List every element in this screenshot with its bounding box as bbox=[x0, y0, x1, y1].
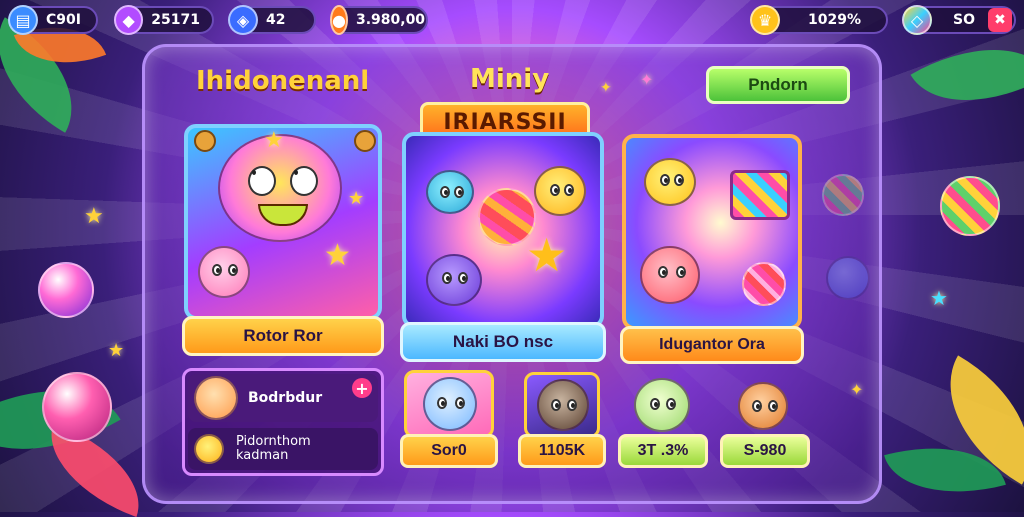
mouth bbox=[258, 204, 308, 226]
coin-icon: ● bbox=[330, 5, 348, 35]
close-icon[interactable]: ✖ bbox=[987, 8, 1012, 32]
shop-item-3-price[interactable]: 3T .3% bbox=[618, 434, 708, 468]
eye bbox=[567, 399, 577, 411]
currency-chip-1[interactable]: ▤ C90I bbox=[8, 5, 98, 35]
eye bbox=[212, 264, 222, 276]
currency-value: C90I bbox=[46, 12, 81, 28]
eye bbox=[658, 266, 668, 278]
cat-creature bbox=[198, 246, 250, 298]
eye bbox=[458, 272, 468, 284]
star-icon: ★ bbox=[108, 340, 125, 361]
eye bbox=[290, 166, 318, 196]
eye bbox=[455, 397, 465, 409]
trophy-chip[interactable]: ♛ 1029% bbox=[750, 5, 888, 35]
green-cat-creature bbox=[634, 378, 690, 432]
eye bbox=[442, 272, 452, 284]
profile-row-1[interactable]: Bodrbdur + bbox=[188, 374, 378, 422]
star-icon: ✦ bbox=[640, 70, 654, 89]
eye bbox=[768, 400, 778, 412]
trophy-value: 1029% bbox=[808, 12, 861, 28]
shop-item-2[interactable] bbox=[524, 372, 600, 438]
currency-chip-2[interactable]: ◆ 25171 bbox=[114, 5, 214, 35]
star-icon: ✦ bbox=[600, 80, 612, 96]
eye bbox=[676, 266, 686, 278]
card-1-button[interactable]: Rotor Ror bbox=[182, 316, 384, 356]
trophy-icon: ♛ bbox=[750, 5, 780, 35]
top-right-button[interactable]: Pndorn bbox=[706, 66, 850, 104]
eye bbox=[248, 166, 276, 196]
profile-row-2[interactable]: Pidornthom kadman bbox=[188, 428, 378, 470]
panel-center-title: Miniy bbox=[470, 64, 550, 94]
crystal-value: SO bbox=[953, 12, 975, 28]
card-1[interactable]: ★ ★ ★ bbox=[184, 124, 382, 320]
eye bbox=[437, 397, 447, 409]
eye bbox=[674, 174, 684, 186]
add-icon[interactable]: + bbox=[352, 378, 372, 398]
card-3[interactable] bbox=[622, 134, 802, 330]
smiley-icon bbox=[194, 434, 224, 464]
profile-row-2-line2: kadman bbox=[236, 448, 289, 463]
currency-chip-3[interactable]: ◈ 42 bbox=[228, 5, 316, 35]
red-fox-creature bbox=[640, 246, 700, 304]
star-icon: ✦ bbox=[850, 380, 864, 399]
candy-orb bbox=[742, 262, 786, 306]
card-2[interactable]: ★ bbox=[402, 132, 604, 328]
blue-blob-creature bbox=[426, 170, 474, 214]
eye bbox=[550, 184, 560, 196]
purple-cat-creature bbox=[426, 254, 482, 306]
gift-box-icon bbox=[730, 170, 790, 220]
eye bbox=[440, 186, 450, 198]
crystal-icon: ◇ bbox=[902, 5, 932, 35]
shop-item-1[interactable] bbox=[404, 370, 494, 438]
star-icon: ★ bbox=[324, 238, 351, 273]
currency-chip-4[interactable]: ● 3.980,00 bbox=[330, 5, 428, 35]
eye bbox=[454, 186, 464, 198]
eye bbox=[551, 399, 561, 411]
yellow-cat-creature bbox=[644, 158, 696, 206]
eye bbox=[660, 174, 670, 186]
star-icon: ★ bbox=[930, 286, 948, 310]
star-icon: ★ bbox=[264, 128, 284, 153]
eye bbox=[666, 398, 676, 410]
yellow-blob-creature bbox=[534, 166, 586, 216]
crystal-chip[interactable]: ◇ SO ✖ bbox=[902, 5, 1016, 35]
shop-item-2-price[interactable]: 1105K bbox=[518, 434, 606, 468]
currency-value: 3.980,00 bbox=[355, 12, 426, 28]
profile-row-2-text: Pidornthom kadman bbox=[236, 435, 311, 463]
bubble-decoration bbox=[38, 262, 94, 318]
star-icon: ★ bbox=[348, 188, 365, 209]
eye bbox=[752, 400, 762, 412]
profile-name: Bodrbdur bbox=[248, 390, 323, 406]
currency-value: 42 bbox=[266, 12, 286, 28]
shop-item-1-price[interactable]: Sor0 bbox=[400, 434, 498, 468]
eye bbox=[650, 398, 660, 410]
star-icon: ★ bbox=[84, 204, 104, 229]
book-icon: ▤ bbox=[8, 5, 38, 35]
bubble-decoration bbox=[940, 176, 1000, 236]
cat-creature bbox=[423, 377, 477, 431]
cookie-icon bbox=[194, 130, 216, 152]
gem-blue-icon: ◈ bbox=[228, 5, 258, 35]
avatar bbox=[194, 376, 238, 420]
bubble-decoration bbox=[42, 372, 112, 442]
shop-item-4 bbox=[732, 378, 802, 436]
profile-row-2-line1: Pidornthom bbox=[236, 434, 311, 449]
star-icon: ★ bbox=[526, 228, 568, 282]
cookie-icon bbox=[354, 130, 376, 152]
currency-value: 25171 bbox=[151, 12, 200, 28]
shop-item-4-price[interactable]: S-980 bbox=[720, 434, 810, 468]
card-2-button[interactable]: Naki BO nsc bbox=[400, 322, 606, 362]
panel-left-title: Ihidonenanl bbox=[196, 66, 370, 96]
gem-purple-icon: ◆ bbox=[114, 5, 144, 35]
raccoon-creature bbox=[537, 379, 589, 431]
eye bbox=[564, 184, 574, 196]
leaf-decoration bbox=[33, 422, 157, 517]
eye bbox=[228, 264, 238, 276]
fox-creature bbox=[738, 382, 788, 430]
card-3-button[interactable]: Idugantor Ora bbox=[620, 326, 804, 364]
shop-item-3 bbox=[626, 372, 702, 436]
